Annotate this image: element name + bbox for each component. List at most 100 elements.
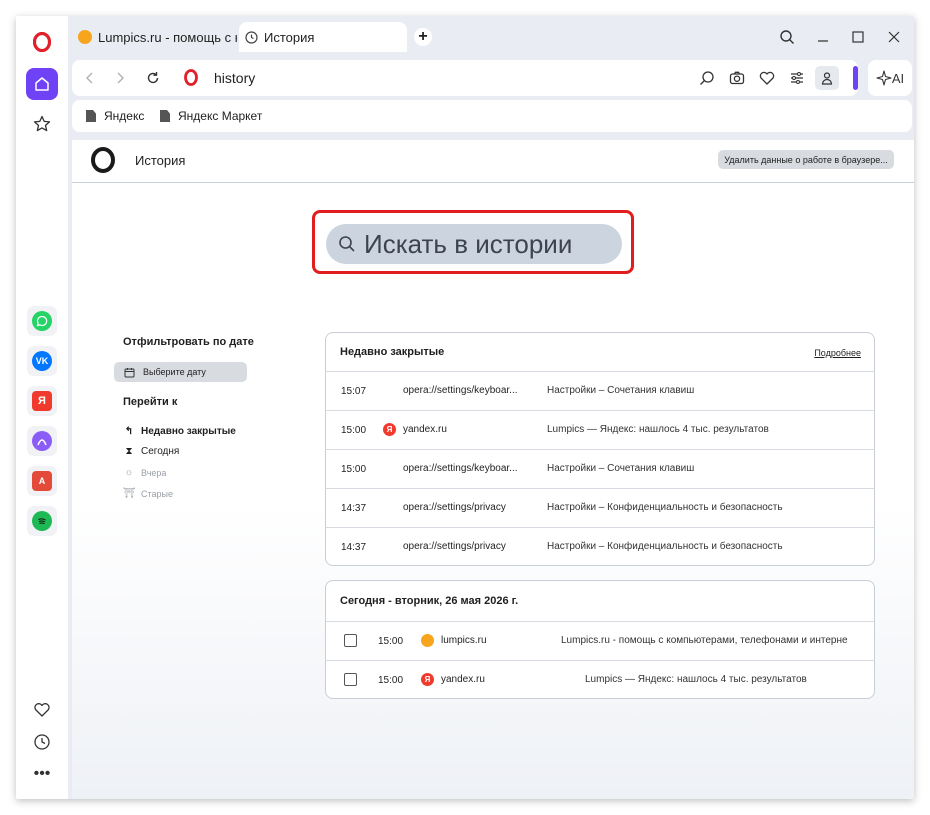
bookmark-yandex[interactable]: Яндекс — [86, 109, 144, 123]
sun-icon: ☼ — [124, 467, 134, 478]
vk-button[interactable]: VK — [27, 346, 57, 376]
hourglass-icon: ⧗ — [125, 446, 133, 457]
tab-title: Lumpics.ru - помощь с ко — [98, 29, 237, 45]
aria-ai-button[interactable]: AI — [868, 60, 912, 96]
profile-button[interactable] — [815, 66, 839, 90]
goto-older[interactable]: ⛩ Старые — [123, 488, 173, 499]
page-header: История Удалить данные о работе в браузе… — [72, 140, 914, 183]
search-icon — [780, 30, 794, 44]
history-search-input[interactable]: Искать в истории — [326, 224, 622, 264]
minimize-button[interactable] — [813, 27, 833, 47]
card-title: Сегодня - вторник, 26 мая 2026 г. — [340, 595, 519, 607]
sparkle-icon — [876, 70, 892, 86]
card-header: Сегодня - вторник, 26 мая 2026 г. — [326, 581, 874, 622]
ai-label: AI — [891, 70, 905, 86]
home-button[interactable] — [26, 68, 58, 100]
yandex-icon: Я — [383, 423, 396, 436]
whatsapp-icon — [32, 311, 52, 331]
close-button[interactable] — [884, 27, 904, 47]
spotify-icon — [32, 511, 52, 531]
row-time: 15:07 — [341, 386, 367, 397]
yandex-icon: Я — [32, 391, 52, 411]
spotify-button[interactable] — [27, 506, 57, 536]
heart-icon — [759, 71, 775, 85]
favorite-page-button[interactable] — [757, 68, 777, 88]
maximize-button[interactable] — [848, 27, 868, 47]
vk-icon: VK — [32, 351, 52, 371]
choose-date-label: Выберите дату — [143, 367, 206, 377]
row-site: yandex.ru — [441, 674, 485, 685]
gear-icon: ⚙ — [384, 503, 393, 512]
translator-button[interactable]: A — [27, 466, 57, 496]
today-card: Сегодня - вторник, 26 мая 2026 г. 15:00 … — [325, 580, 875, 699]
row-desc: Lumpics — Яндекс: нашлось 4 тыс. результ… — [585, 674, 807, 685]
reload-button[interactable] — [143, 68, 163, 88]
user-icon — [821, 72, 833, 85]
snapshot-button[interactable] — [727, 68, 747, 88]
goto-recently-closed[interactable]: ↰ Недавно закрытые — [123, 426, 236, 437]
zoom-search-icon — [700, 71, 714, 85]
tab-title: История — [264, 29, 315, 45]
goto-item-label: Сегодня — [141, 446, 180, 457]
history-row[interactable]: 15:00 Я yandex.ru Lumpics — Яндекс: нашл… — [326, 411, 874, 450]
yandex-button[interactable]: Я — [27, 386, 57, 416]
goto-today[interactable]: ⧗ Сегодня — [123, 446, 179, 457]
url-field[interactable]: history — [214, 70, 255, 86]
row-desc: Lumpics.ru - помощь с компьютерами, теле… — [561, 635, 848, 646]
browser-window: VK Я A ••• Lumpics.ru - помощь с ко Исто… — [16, 16, 914, 799]
back-icon — [86, 72, 93, 84]
history-row[interactable]: 14:37 ⚙ opera://settings/privacy Настрой… — [326, 489, 874, 528]
choose-date-button[interactable]: Выберите дату — [114, 362, 247, 382]
bookmark-yandex-market[interactable]: Яндекс Маркет — [160, 109, 262, 123]
row-desc: Настройки – Сочетания клавиш — [547, 385, 695, 396]
clear-browsing-data-button[interactable]: Удалить данные о работе в браузере... — [718, 150, 894, 169]
row-site: opera://settings/privacy — [403, 502, 506, 513]
history-row[interactable]: 14:37 ⚙ opera://settings/privacy Настрой… — [326, 528, 874, 565]
new-tab-button[interactable]: + — [414, 28, 432, 46]
page-title: История — [135, 153, 186, 168]
row-site: opera://settings/keyboar... — [403, 463, 518, 474]
alice-button[interactable] — [27, 426, 57, 456]
favorites-button[interactable] — [26, 694, 58, 726]
tab-history[interactable]: История — [239, 22, 407, 52]
home-icon — [35, 77, 49, 91]
opera-logo-icon[interactable] — [33, 32, 51, 52]
maximize-icon — [852, 31, 864, 43]
history-row[interactable]: 15:00 Я yandex.ru Lumpics — Яндекс: нашл… — [326, 661, 874, 698]
whatsapp-button[interactable] — [27, 306, 57, 336]
row-time: 15:00 — [341, 464, 367, 475]
history-row[interactable]: 15:00 lumpics.ru Lumpics.ru - помощь с к… — [326, 622, 874, 661]
heart-icon — [34, 703, 50, 717]
page-search-button[interactable] — [697, 68, 717, 88]
page-icon — [160, 110, 170, 122]
row-checkbox[interactable] — [344, 634, 357, 647]
translator-icon: A — [32, 471, 52, 491]
tab-lumpics[interactable]: Lumpics.ru - помощь с ко — [72, 22, 237, 52]
goto-yesterday[interactable]: ☼ Вчера — [123, 467, 166, 478]
settings-sliders-icon — [791, 72, 803, 84]
row-desc: Lumpics — Яндекс: нашлось 4 тыс. результ… — [547, 424, 769, 435]
close-icon — [888, 31, 900, 43]
tab-search-button[interactable] — [777, 27, 797, 47]
bookmark-label: Яндекс — [104, 109, 145, 123]
opera-page-icon — [184, 69, 198, 86]
search-icon — [339, 236, 355, 252]
gear-icon: ⚙ — [384, 464, 393, 473]
reload-icon — [147, 72, 159, 84]
clock-icon — [34, 734, 50, 750]
forward-button[interactable] — [110, 68, 130, 88]
history-button[interactable] — [26, 726, 58, 758]
row-time: 15:00 — [378, 675, 404, 686]
speed-dial-button[interactable] — [26, 108, 58, 140]
history-row[interactable]: 15:00 ⚙ opera://settings/keyboar... Наст… — [326, 450, 874, 489]
easy-setup-button[interactable] — [787, 68, 807, 88]
sidebar: VK Я A ••• — [16, 16, 68, 799]
back-button[interactable] — [80, 68, 100, 88]
history-row[interactable]: 15:07 ⚙ opera://settings/keyboar... Наст… — [326, 372, 874, 411]
calendar-icon — [124, 367, 135, 377]
more-link[interactable]: Подробнее — [814, 348, 861, 358]
row-site: lumpics.ru — [441, 635, 487, 646]
lumpics-icon — [78, 30, 92, 44]
row-checkbox[interactable] — [344, 673, 357, 686]
more-icon[interactable]: ••• — [26, 758, 58, 790]
